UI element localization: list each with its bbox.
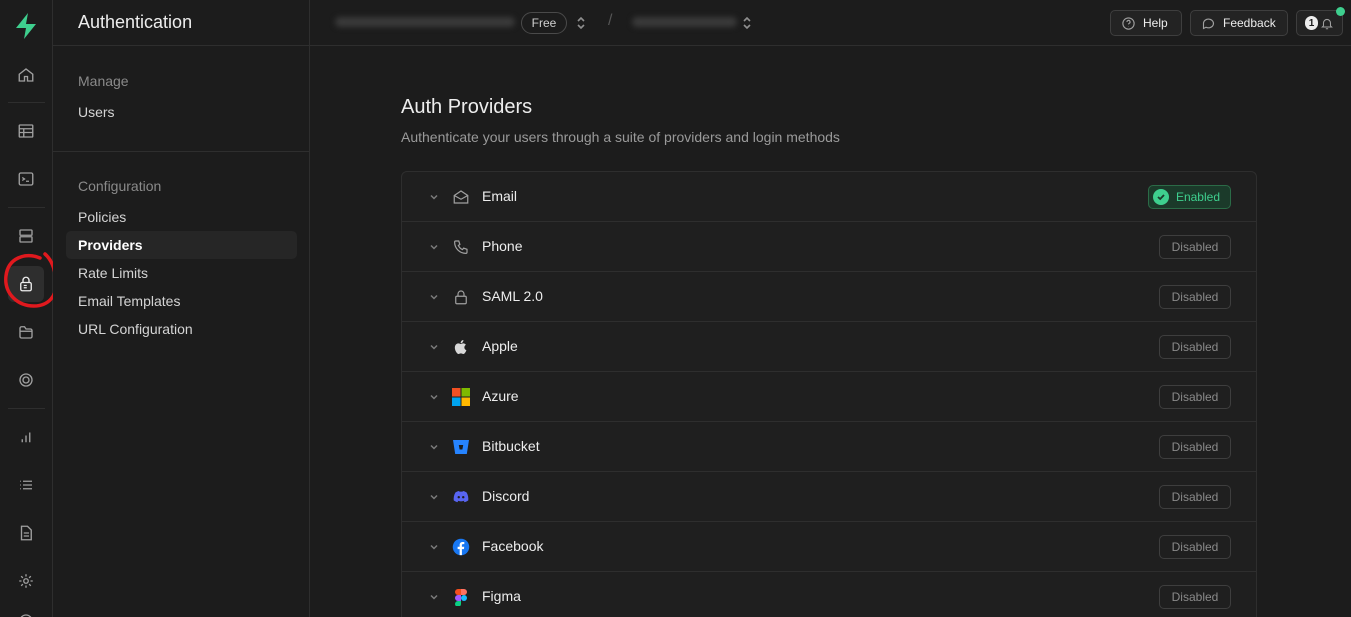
- status-badge-disabled: Disabled: [1159, 285, 1231, 309]
- provider-row-bitbucket[interactable]: Bitbucket Disabled: [402, 422, 1256, 472]
- notification-count-badge: 1: [1305, 16, 1319, 30]
- provider-row-facebook[interactable]: Facebook Disabled: [402, 522, 1256, 572]
- chevron-down-icon[interactable]: [428, 241, 440, 253]
- provider-name: Azure: [482, 388, 519, 404]
- status-badge-disabled: Disabled: [1159, 535, 1231, 559]
- provider-name: Bitbucket: [482, 438, 540, 454]
- subnav-divider: [53, 151, 309, 152]
- chevron-down-icon[interactable]: [428, 191, 440, 203]
- rail-divider: [8, 102, 45, 103]
- chevron-down-icon[interactable]: [428, 341, 440, 353]
- org-switcher-chevron-icon[interactable]: [575, 14, 587, 32]
- provider-name: Phone: [482, 238, 523, 254]
- provider-row-email[interactable]: Email Enabled: [402, 172, 1256, 222]
- page-title: Auth Providers: [401, 96, 533, 118]
- notification-dot: [1336, 7, 1345, 16]
- provider-row-azure[interactable]: Azure Disabled: [402, 372, 1256, 422]
- provider-name: SAML 2.0: [482, 288, 543, 304]
- mail-icon: [453, 190, 469, 204]
- auth-lock-icon[interactable]: [8, 266, 44, 302]
- apple-icon: [454, 339, 467, 354]
- provider-name: Facebook: [482, 538, 544, 554]
- help-button[interactable]: Help: [1110, 10, 1182, 36]
- settings-icon[interactable]: [8, 563, 44, 599]
- provider-row-discord[interactable]: Discord Disabled: [402, 472, 1256, 522]
- discord-icon: [453, 491, 469, 503]
- feedback-label: Feedback: [1223, 16, 1276, 30]
- database-icon[interactable]: [8, 218, 44, 254]
- subnav-item-email-templates[interactable]: Email Templates: [66, 287, 297, 315]
- storage-icon[interactable]: [8, 314, 44, 350]
- page-subtitle: Authenticate your users through a suite …: [401, 129, 840, 145]
- redacted-project-name[interactable]: [632, 17, 737, 27]
- redacted-org-name[interactable]: [335, 17, 515, 27]
- provider-name: Figma: [482, 588, 521, 604]
- table-editor-icon[interactable]: [8, 113, 44, 149]
- rail-divider: [8, 207, 45, 208]
- figma-icon: [455, 589, 467, 606]
- provider-row-phone[interactable]: Phone Disabled: [402, 222, 1256, 272]
- chevron-down-icon[interactable]: [428, 591, 440, 603]
- chevron-down-icon[interactable]: [428, 491, 440, 503]
- lock-icon: [455, 290, 467, 305]
- facebook-icon: [452, 538, 470, 556]
- subnav-title: Authentication: [53, 0, 309, 46]
- provider-name: Discord: [482, 488, 530, 504]
- chevron-down-icon[interactable]: [428, 391, 440, 403]
- check-circle-icon: [1152, 189, 1169, 205]
- logs-icon[interactable]: [8, 467, 44, 503]
- configuration-section-label: Configuration: [78, 178, 162, 194]
- reports-icon[interactable]: [8, 419, 44, 455]
- status-badge-disabled: Disabled: [1159, 235, 1231, 259]
- main-content: Auth Providers Authenticate your users t…: [310, 46, 1351, 617]
- bitbucket-icon: [453, 440, 469, 454]
- help-circle-icon: [1122, 16, 1135, 30]
- azure-icon: [452, 388, 470, 406]
- status-label: Enabled: [1175, 190, 1220, 204]
- providers-list: Email Enabled Phone Disabled SAML 2.0 Di…: [401, 171, 1257, 617]
- breadcrumb-separator: /: [608, 12, 613, 29]
- status-badge-disabled: Disabled: [1159, 335, 1231, 359]
- chat-bubble-icon: [1202, 18, 1215, 29]
- feedback-button[interactable]: Feedback: [1190, 10, 1288, 36]
- phone-icon: [454, 240, 468, 254]
- auth-subnav: Authentication Manage Users Configuratio…: [53, 0, 310, 617]
- supabase-logo[interactable]: [13, 12, 39, 40]
- subnav-item-policies[interactable]: Policies: [66, 203, 297, 231]
- subnav-item-users[interactable]: Users: [66, 98, 297, 126]
- sql-editor-icon[interactable]: [8, 161, 44, 197]
- top-bar: Free / Help Feedback 1: [310, 0, 1351, 46]
- chevron-down-icon[interactable]: [428, 441, 440, 453]
- manage-section-label: Manage: [78, 73, 129, 89]
- provider-row-figma[interactable]: Figma Disabled: [402, 572, 1256, 617]
- icon-rail: [0, 0, 53, 617]
- chevron-down-icon[interactable]: [428, 291, 440, 303]
- status-badge-disabled: Disabled: [1159, 485, 1231, 509]
- project-switcher-chevron-icon[interactable]: [741, 14, 753, 32]
- plan-badge: Free: [521, 12, 567, 34]
- provider-row-saml[interactable]: SAML 2.0 Disabled: [402, 272, 1256, 322]
- help-label: Help: [1143, 16, 1168, 30]
- bell-icon: [1321, 18, 1333, 29]
- home-icon[interactable]: [8, 57, 44, 93]
- status-badge-disabled: Disabled: [1159, 585, 1231, 609]
- status-badge-disabled: Disabled: [1159, 435, 1231, 459]
- scrollbar[interactable]: [1344, 46, 1351, 617]
- subnav-item-providers[interactable]: Providers: [66, 231, 297, 259]
- realtime-icon[interactable]: [8, 362, 44, 398]
- help-circle-icon[interactable]: [8, 603, 44, 617]
- provider-row-apple[interactable]: Apple Disabled: [402, 322, 1256, 372]
- provider-name: Apple: [482, 338, 518, 354]
- chevron-down-icon[interactable]: [428, 541, 440, 553]
- rail-divider: [8, 408, 45, 409]
- status-badge-enabled: Enabled: [1147, 185, 1231, 209]
- subnav-item-url-configuration[interactable]: URL Configuration: [66, 315, 297, 343]
- api-docs-icon[interactable]: [8, 515, 44, 551]
- subnav-item-rate-limits[interactable]: Rate Limits: [66, 259, 297, 287]
- provider-name: Email: [482, 188, 518, 204]
- status-badge-disabled: Disabled: [1159, 385, 1231, 409]
